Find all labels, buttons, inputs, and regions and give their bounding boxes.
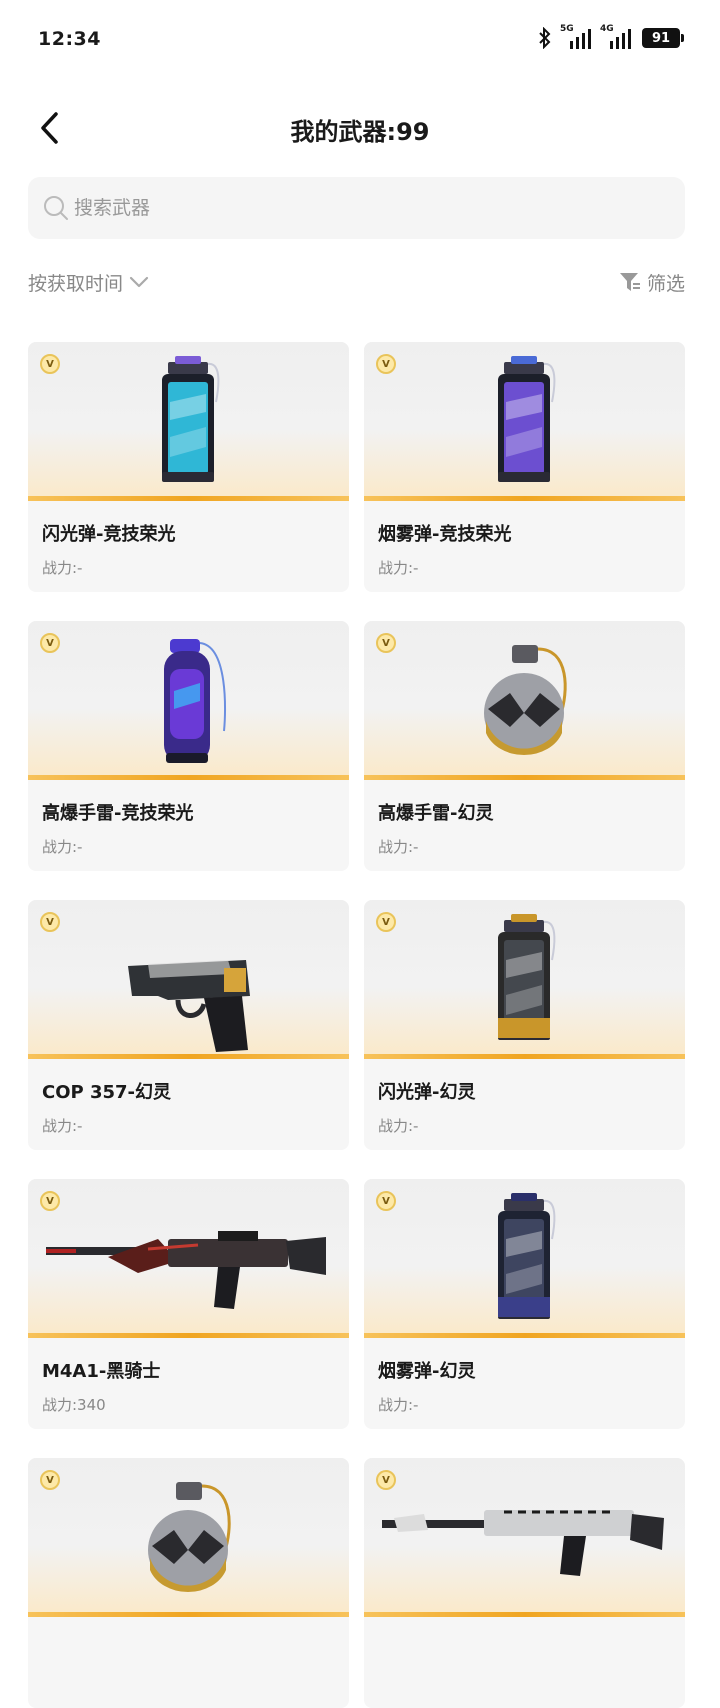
- weapon-power: 战力:-: [42, 838, 83, 856]
- weapon-card[interactable]: V COP 357-幻灵 战力:-: [28, 900, 349, 1150]
- weapon-illustration: [498, 1193, 556, 1319]
- v-badge-icon: V: [376, 912, 396, 932]
- weapon-name: 闪光弹-幻灵: [378, 1082, 476, 1103]
- weapon-name: 闪光弹-竞技荣光: [42, 524, 176, 545]
- weapon-power: 战力:-: [378, 838, 419, 856]
- weapon-illustration: [162, 356, 220, 482]
- weapon-name: M4A1-黑骑士: [42, 1361, 161, 1382]
- weapon-card[interactable]: V 烟雾弹-幻灵 战力:-: [364, 1179, 685, 1429]
- v-badge-icon: V: [40, 1191, 60, 1211]
- weapon-name: 烟雾弹-竞技荣光: [378, 524, 512, 545]
- weapon-power: 战力:-: [378, 1117, 419, 1135]
- filter-label: 筛选: [646, 272, 685, 295]
- search-input[interactable]: [74, 197, 634, 219]
- status-icons: 5G 4G 91: [538, 24, 684, 49]
- weapon-card[interactable]: V: [28, 1458, 349, 1708]
- weapon-name: 高爆手雷-幻灵: [378, 803, 494, 824]
- weapon-illustration: [484, 645, 567, 756]
- weapon-card[interactable]: V 高爆手雷-竞技荣光 战力:-: [28, 621, 349, 871]
- search-bar[interactable]: [28, 177, 685, 239]
- weapon-image: V: [364, 621, 685, 780]
- weapon-name: COP 357-幻灵: [42, 1082, 172, 1103]
- weapon-illustration: [498, 356, 556, 482]
- sort-dropdown[interactable]: 按获取时间: [28, 269, 149, 296]
- weapon-illustration: [498, 914, 556, 1040]
- weapon-image: V: [28, 621, 349, 780]
- weapon-card[interactable]: V 闪光弹-竞技荣光 战力:-: [28, 342, 349, 592]
- weapon-card[interactable]: V 烟雾弹-竞技荣光 战力:-: [364, 342, 685, 592]
- weapon-card[interactable]: V 闪光弹-幻灵 战力:-: [364, 900, 685, 1150]
- header: 我的武器:99: [0, 96, 720, 160]
- v-badge-icon: V: [376, 1191, 396, 1211]
- weapon-power: 战力:-: [378, 559, 419, 577]
- battery-level: 91: [651, 30, 671, 46]
- weapon-image: V: [28, 1458, 349, 1617]
- weapon-power: 战力:-: [42, 559, 83, 577]
- chevron-down-icon: [129, 276, 149, 288]
- weapon-power: 战力:-: [42, 1117, 83, 1135]
- weapon-power: 战力:340: [42, 1396, 106, 1414]
- weapon-image: V: [364, 1458, 685, 1617]
- status-time: 12:34: [38, 28, 101, 50]
- weapon-image: V: [28, 1179, 349, 1338]
- weapon-card[interactable]: V 高爆手雷-幻灵 战力:-: [364, 621, 685, 871]
- v-badge-icon: V: [40, 354, 60, 374]
- weapon-illustration: [128, 960, 250, 1052]
- weapon-illustration: [164, 639, 227, 763]
- toolbar: 按获取时间 筛选: [28, 266, 685, 298]
- v-badge-icon: V: [376, 1470, 396, 1490]
- status-bar: 12:34 5G 4G 91: [0, 0, 720, 80]
- bluetooth-icon: [539, 27, 551, 49]
- weapon-image: V: [364, 1179, 685, 1338]
- v-badge-icon: V: [376, 633, 396, 653]
- sort-label: 按获取时间: [28, 272, 124, 295]
- page-title: 我的武器:99: [290, 118, 430, 146]
- weapon-name: 烟雾弹-幻灵: [378, 1361, 476, 1382]
- v-badge-icon: V: [40, 1470, 60, 1490]
- weapon-card[interactable]: V M4A1-黑骑士 战力:340: [28, 1179, 349, 1429]
- weapon-card[interactable]: V: [364, 1458, 685, 1708]
- filter-button[interactable]: 筛选: [619, 269, 685, 296]
- v-badge-icon: V: [40, 912, 60, 932]
- weapon-image: V: [28, 900, 349, 1059]
- weapon-image: V: [364, 900, 685, 1059]
- weapon-illustration: [382, 1510, 664, 1576]
- filter-icon: [619, 273, 640, 291]
- weapon-illustration: [148, 1482, 231, 1593]
- battery-icon: 91: [642, 28, 684, 48]
- v-badge-icon: V: [40, 633, 60, 653]
- weapon-image: V: [364, 342, 685, 501]
- v-badge-icon: V: [376, 354, 396, 374]
- signal-4g-icon: 4G: [600, 24, 632, 49]
- search-icon: [44, 196, 68, 220]
- weapon-illustration: [46, 1231, 326, 1309]
- weapon-power: 战力:-: [378, 1396, 419, 1414]
- weapon-image: V: [28, 342, 349, 501]
- weapon-name: 高爆手雷-竞技荣光: [42, 803, 194, 824]
- signal-5g-icon: 5G: [560, 24, 592, 49]
